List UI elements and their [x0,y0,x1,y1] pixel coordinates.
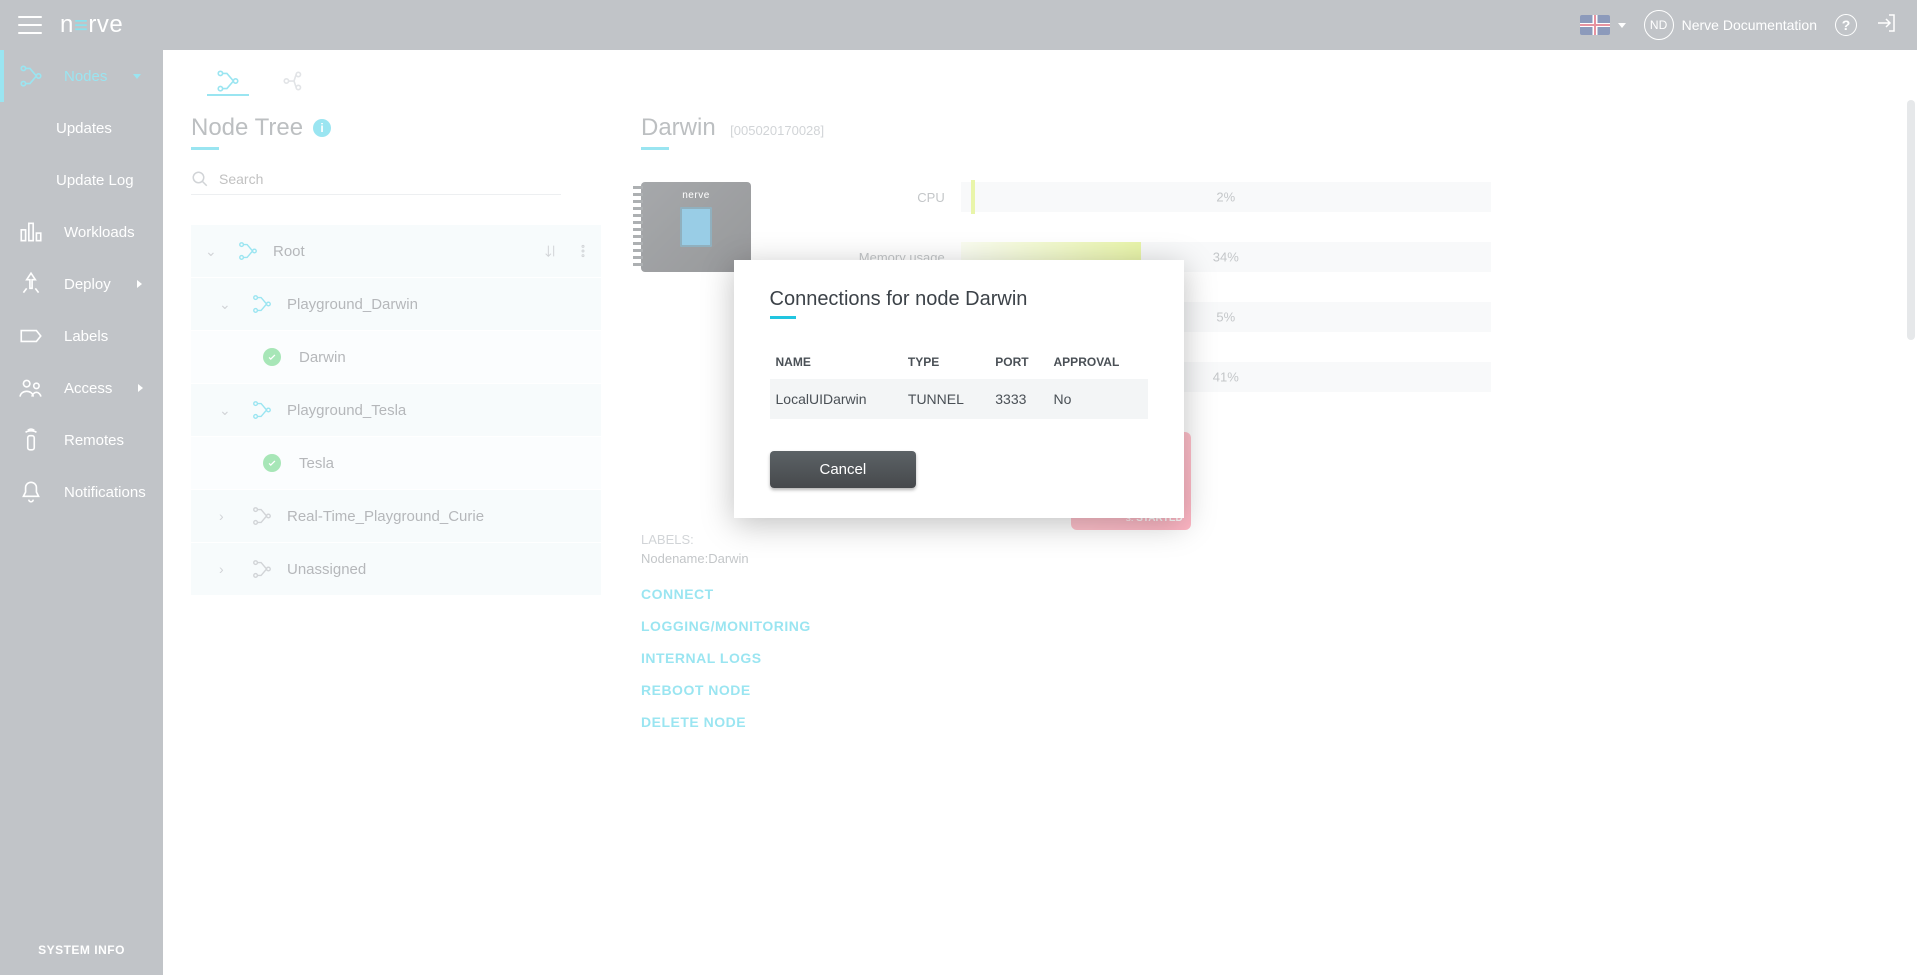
connections-table: NAME TYPE PORT APPROVAL LocalUIDarwin TU… [770,345,1148,419]
col-name: NAME [770,345,902,379]
col-port: PORT [989,345,1047,379]
col-type: TYPE [902,345,989,379]
cancel-button[interactable]: Cancel [770,451,917,488]
connections-modal: Connections for node Darwin NAME TYPE PO… [734,260,1184,518]
modal-title: Connections for node Darwin [770,288,1028,311]
col-approval: APPROVAL [1048,345,1148,379]
table-row[interactable]: LocalUIDarwin TUNNEL 3333 No [770,379,1148,419]
modal-overlay[interactable]: Connections for node Darwin NAME TYPE PO… [0,0,1917,975]
